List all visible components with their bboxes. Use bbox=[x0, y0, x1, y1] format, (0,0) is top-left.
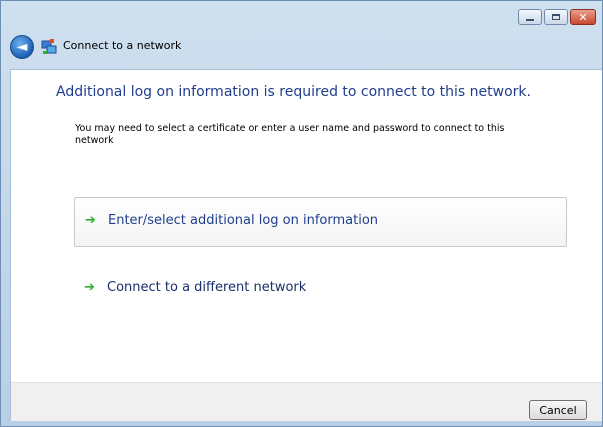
title-bar: ✕ bbox=[1, 1, 602, 33]
green-arrow-icon: ➔ bbox=[84, 280, 95, 295]
description-text: You may need to select a certificate or … bbox=[75, 123, 505, 146]
dialog-content: Additional log on information is require… bbox=[10, 69, 602, 421]
dialog-window: ✕ ◄ Connect to a network Additional log … bbox=[0, 0, 603, 427]
main-heading: Additional log on information is require… bbox=[56, 84, 531, 100]
minimize-button[interactable] bbox=[518, 9, 542, 25]
back-arrow-icon: ◄ bbox=[16, 38, 28, 55]
close-button[interactable]: ✕ bbox=[570, 9, 596, 25]
connect-different-network-label: Connect to a different network bbox=[107, 280, 307, 295]
connect-different-network-option[interactable]: ➔ Connect to a different network bbox=[74, 273, 567, 303]
enter-logon-info-option[interactable]: ➔ Enter/select additional log on informa… bbox=[74, 197, 567, 247]
window-controls: ✕ bbox=[518, 9, 596, 25]
minimize-icon bbox=[526, 18, 534, 21]
back-button[interactable]: ◄ bbox=[10, 35, 34, 59]
green-arrow-icon: ➔ bbox=[85, 213, 96, 228]
window-title: Connect to a network bbox=[63, 39, 182, 52]
dialog-footer: Cancel bbox=[11, 382, 602, 421]
maximize-icon bbox=[552, 14, 560, 20]
cancel-button[interactable]: Cancel bbox=[529, 400, 587, 420]
maximize-button[interactable] bbox=[544, 9, 568, 25]
network-icon bbox=[41, 39, 57, 54]
close-icon: ✕ bbox=[578, 10, 588, 24]
enter-logon-info-label: Enter/select additional log on informati… bbox=[108, 213, 379, 228]
